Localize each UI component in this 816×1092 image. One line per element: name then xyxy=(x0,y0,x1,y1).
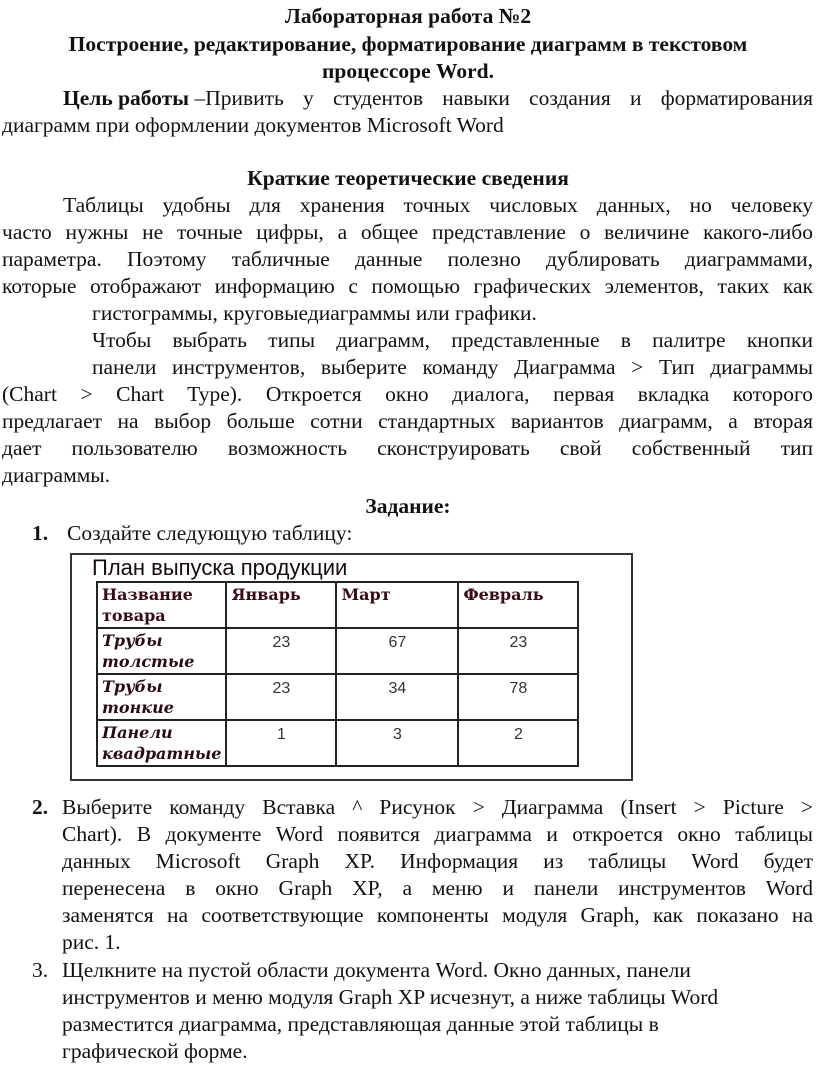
step-3-line: Щелкните на пустой области документа Wor… xyxy=(62,958,691,982)
step-2-line: заменятся на соответствующие компоненты … xyxy=(62,903,813,927)
value-text: 78 xyxy=(509,680,528,697)
table-row: Трубы толстые 23 67 23 xyxy=(95,627,580,675)
value-text: 2 xyxy=(513,726,523,743)
theory-p1-line: гистограммы, круговыедиаграммы или графи… xyxy=(92,301,537,325)
value-text: 67 xyxy=(388,634,407,651)
value-cell: 2 xyxy=(457,719,580,767)
row-name-text: толстые xyxy=(102,652,195,671)
step-3-line: инструментов и меню модуля Graph XP исче… xyxy=(62,985,719,1009)
table-title: План выпуска продукции xyxy=(92,555,348,580)
theory-p2-line: (Chart > Chart Type). Откроется окно диа… xyxy=(2,382,813,406)
task-heading: Задание: xyxy=(365,494,451,518)
row-name-cell: Панели квадратные xyxy=(95,719,228,767)
value-text: 23 xyxy=(272,634,291,651)
row-name-text: Панели xyxy=(102,723,173,742)
value-cell: 23 xyxy=(225,627,338,675)
value-text: 1 xyxy=(276,726,286,743)
step-3-number: 3. xyxy=(32,958,49,982)
value-cell: 67 xyxy=(335,627,460,675)
table-row: Панели квадратные 1 3 2 xyxy=(95,719,580,767)
step-2-line: перенесена в окно Graph XP, а меню и пан… xyxy=(62,876,813,900)
step-2-line: Выберите команду Вставка ^ Рисунок > Диа… xyxy=(62,795,813,819)
theory-p1-line: параметра. Поэтому табличные данные поле… xyxy=(2,247,813,271)
step-2-line: Chart). В документе Word появится диагра… xyxy=(62,822,813,846)
value-cell: 3 xyxy=(335,719,460,767)
theory-p2-line: Чтобы выбрать типы диаграмм, представлен… xyxy=(92,328,813,352)
value-text: 23 xyxy=(272,680,291,697)
value-cell: 23 xyxy=(225,673,338,721)
value-cell: 1 xyxy=(225,719,338,767)
step-2-line: рис. 1. xyxy=(62,930,121,954)
step-2-line: данных Microsoft Graph XP. Информация из… xyxy=(62,849,813,873)
row-name-text: Трубы xyxy=(102,677,163,696)
header-cell-text: Название xyxy=(102,585,193,604)
header-cell-text: товара xyxy=(102,606,166,625)
row-name-text: квадратные xyxy=(102,744,222,763)
step-3-line: графической форме. xyxy=(62,1039,248,1063)
table-row: Трубы тонкие 23 34 78 xyxy=(95,673,580,721)
header-cell-january: Январь xyxy=(225,581,338,629)
header-cell-march: Март xyxy=(335,581,460,629)
value-text: 34 xyxy=(388,680,407,697)
theory-p2-line: предлагает на выбор больше сотни стандар… xyxy=(2,409,813,433)
goal-label: Цель работы xyxy=(63,86,190,110)
theory-p1-line: часто нужны не точные цифры, а общее пре… xyxy=(2,220,813,244)
theory-p2-line: диаграммы. xyxy=(2,463,111,487)
theory-p2-line: дает пользователю возможность сконструир… xyxy=(2,436,813,460)
value-cell: 23 xyxy=(457,627,580,675)
row-name-text: тонкие xyxy=(102,698,174,717)
row-name-text: Трубы xyxy=(102,631,163,650)
header-cell-product: Название товара xyxy=(95,581,228,629)
theory-heading: Краткие теоретические сведения xyxy=(247,166,569,190)
goal-line-2: диаграмм при оформлении документов Micro… xyxy=(2,113,504,137)
row-name-cell: Трубы толстые xyxy=(95,627,228,675)
table-header-row: Название товара Январь Март Февраль xyxy=(95,581,580,629)
value-text: 3 xyxy=(392,726,402,743)
theory-p2-line: панели инструментов, выберите команду Ди… xyxy=(92,355,813,379)
doc-subtitle-line-2: процессоре Word. xyxy=(322,59,494,83)
doc-title: Лабораторная работа №2 xyxy=(284,4,532,28)
row-name-cell: Трубы тонкие xyxy=(95,673,228,721)
doc-subtitle-line-1: Построение, редактирование, форматирован… xyxy=(68,32,748,56)
goal-text-1: Привить у студентов навыки создания и фо… xyxy=(205,86,813,110)
value-cell: 78 xyxy=(457,673,580,721)
production-plan-table: Название товара Январь Март Февраль Труб… xyxy=(95,581,580,767)
step-3-line: разместится диаграмма, представляющая да… xyxy=(62,1012,659,1036)
production-plan-table-figure: План выпуска продукции Название товара Я… xyxy=(70,553,633,781)
value-cell: 34 xyxy=(335,673,460,721)
goal-line-1: Цель работы – Привить у студентов навыки… xyxy=(63,86,813,110)
step-1-number: 1. xyxy=(32,521,49,545)
theory-p1-line: Таблицы удобны для хранения точных число… xyxy=(63,193,813,217)
theory-p1-line: которые отображают информацию с помощью … xyxy=(2,274,813,298)
header-cell-february: Февраль xyxy=(457,581,580,629)
step-1-text: Создайте следующую таблицу: xyxy=(67,521,353,545)
step-2-number: 2. xyxy=(32,795,49,819)
value-text: 23 xyxy=(509,634,528,651)
